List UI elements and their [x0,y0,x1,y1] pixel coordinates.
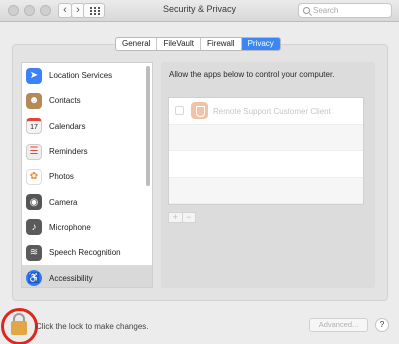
reminders-list-icon: ☰ [26,143,42,160]
accessibility-instruction: Allow the apps below to control your com… [169,70,335,79]
sidebar-item-label: Photos [49,172,74,182]
app-checkbox[interactable] [175,106,184,115]
empty-row [169,124,363,151]
photos-flower-icon: ✿ [26,168,42,185]
sidebar-item-reminders[interactable]: ☰ Reminders [22,139,152,164]
sidebar-item-photos[interactable]: ✿ Photos [22,164,152,189]
privacy-category-list: ➤ Location Services ☻ Contacts 17 Calend… [21,62,153,288]
lock-icon[interactable] [11,321,27,335]
add-remove-control: + − [168,212,196,223]
sidebar-item-label: Camera [49,197,78,207]
sidebar-item-speech-recognition[interactable]: ≋ Speech Recognition [22,240,152,265]
help-button[interactable]: ? [375,318,389,332]
title-bar: ‹ › Security & Privacy Search [0,0,399,22]
remove-app-button[interactable]: − [183,213,196,222]
tab-privacy[interactable]: Privacy [241,38,280,50]
search-field[interactable]: Search [298,3,392,18]
sidebar-item-contacts[interactable]: ☻ Contacts [22,88,152,113]
sidebar-item-label: Contacts [49,96,81,106]
sidebar-item-label: Location Services [49,71,113,81]
app-name: Remote Support Customer Client [213,107,331,116]
remote-support-app-icon [191,102,208,119]
sidebar-item-accessibility[interactable]: ♿ Accessibility [22,265,152,287]
location-arrow-icon: ➤ [26,67,42,84]
sidebar-item-label: Microphone [49,222,91,232]
lock-status-text: Click the lock to make changes. [36,322,149,331]
sidebar-item-label: Reminders [49,147,88,157]
sidebar-item-calendars[interactable]: 17 Calendars [22,114,152,139]
search-icon [303,7,310,14]
accessibility-person-icon: ♿ [26,270,42,287]
sidebar-item-label: Speech Recognition [49,248,121,258]
tab-firewall[interactable]: Firewall [201,38,242,50]
sidebar-item-label: Accessibility [49,273,93,283]
tab-bar: General FileVault Firewall Privacy [115,37,281,51]
advanced-button[interactable]: Advanced... [309,318,368,332]
contacts-book-icon: ☻ [26,92,42,109]
apps-list: Remote Support Customer Client [168,97,364,205]
empty-row [169,151,363,178]
add-app-button[interactable]: + [169,213,183,222]
microphone-icon: ♪ [26,219,42,236]
tab-general[interactable]: General [116,38,158,50]
camera-icon: ◉ [26,194,42,211]
calendar-icon: 17 [26,118,42,135]
empty-row [169,177,363,204]
speech-wave-icon: ≋ [26,244,42,261]
sidebar-item-location-services[interactable]: ➤ Location Services [22,63,152,88]
sidebar-item-camera[interactable]: ◉ Camera [22,189,152,214]
list-scrollbar[interactable] [146,66,150,186]
tab-filevault[interactable]: FileVault [157,38,201,50]
sidebar-item-microphone[interactable]: ♪ Microphone [22,215,152,240]
sidebar-item-label: Calendars [49,121,86,131]
list-item[interactable]: Remote Support Customer Client [169,98,363,125]
search-placeholder: Search [313,6,339,15]
